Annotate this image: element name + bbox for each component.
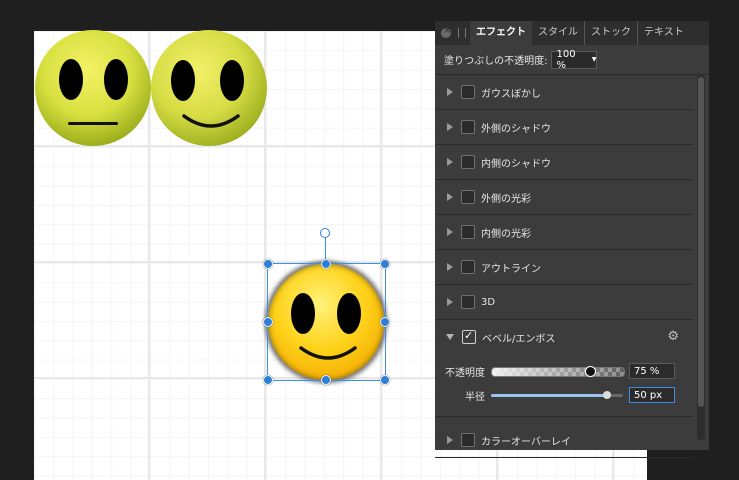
resize-handle-top[interactable]: [321, 259, 331, 269]
selection-bounding-box: [267, 263, 386, 381]
expand-arrow-icon[interactable]: [447, 88, 453, 96]
effect-label: ガウスぼかし: [481, 88, 541, 100]
left-eye: [171, 60, 195, 101]
bevel-radius-label: 半径: [465, 391, 485, 403]
resize-handle-bottom-left[interactable]: [263, 375, 273, 385]
effects-panel: エフェクト スタイル ストック テキスト 塗りつぶしの不透明度: 100 % ▼…: [435, 21, 709, 458]
effect-outer-glow[interactable]: 外側の光彩: [435, 180, 693, 215]
effect-checkbox[interactable]: [461, 85, 475, 99]
effect-gaussian-blur[interactable]: ガウスぼかし: [435, 75, 693, 110]
expand-arrow-icon[interactable]: [447, 193, 453, 201]
resize-handle-bottom[interactable]: [321, 375, 331, 385]
effect-inner-glow[interactable]: 内側の光彩: [435, 215, 693, 250]
effect-bevel-emboss[interactable]: ベベル/エンボス ⚙: [435, 320, 693, 354]
bevel-radius-input[interactable]: 50 px: [629, 387, 675, 403]
effect-color-overlay[interactable]: カラーオーバーレイ: [435, 423, 693, 458]
flat-mouth: [68, 122, 118, 125]
fill-opacity-value: 100 %: [556, 48, 576, 71]
dropdown-arrow-icon: ▼: [591, 56, 597, 63]
right-eye: [104, 59, 128, 100]
drag-grip-icon[interactable]: [458, 28, 466, 38]
effect-label: 外側の光彩: [481, 193, 531, 205]
expand-arrow-icon[interactable]: [447, 123, 453, 131]
fill-opacity-label: 塗りつぶしの不透明度:: [444, 56, 548, 67]
effects-list: ガウスぼかし 外側のシャドウ 内側のシャドウ 外側の光彩 内側の光彩 アウトライ…: [435, 75, 693, 458]
bevel-opacity-slider-knob[interactable]: [585, 366, 596, 377]
effect-checkbox[interactable]: [461, 260, 475, 274]
smile-mouth: [182, 114, 240, 128]
bevel-opacity-input[interactable]: 75 %: [629, 363, 675, 379]
effect-outline[interactable]: アウトライン: [435, 250, 693, 285]
effect-inner-shadow[interactable]: 内側のシャドウ: [435, 145, 693, 180]
bevel-opacity-slider[interactable]: [491, 367, 625, 377]
smile-face-emoji[interactable]: [151, 30, 267, 146]
right-eye: [220, 60, 244, 101]
effect-outer-shadow[interactable]: 外側のシャドウ: [435, 110, 693, 145]
effect-checkbox[interactable]: [461, 120, 475, 134]
expand-arrow-icon[interactable]: [447, 228, 453, 236]
gear-icon[interactable]: ⚙: [667, 329, 679, 344]
effect-label: 内側のシャドウ: [481, 158, 551, 170]
fill-opacity-row: 塗りつぶしの不透明度: 100 % ▼: [435, 45, 709, 75]
expand-arrow-icon[interactable]: [447, 436, 453, 444]
tab-styles[interactable]: スタイル: [532, 21, 585, 45]
bevel-radius-row: 半径 50 px: [435, 386, 693, 404]
resize-handle-bottom-right[interactable]: [380, 375, 390, 385]
resize-handle-top-left[interactable]: [263, 259, 273, 269]
tab-text[interactable]: テキスト: [638, 21, 690, 45]
expand-arrow-icon[interactable]: [447, 263, 453, 271]
neutral-face-emoji[interactable]: [35, 30, 151, 146]
resize-handle-left[interactable]: [263, 317, 273, 327]
resize-handle-top-right[interactable]: [380, 259, 390, 269]
effect-label: 外側のシャドウ: [481, 123, 551, 135]
rotation-handle[interactable]: [320, 228, 330, 238]
effect-checkbox[interactable]: [461, 433, 475, 447]
effect-checkbox[interactable]: [461, 155, 475, 169]
fill-opacity-select[interactable]: 100 % ▼: [551, 48, 598, 71]
bevel-radius-slider-fill: [491, 394, 608, 397]
effect-label: カラーオーバーレイ: [481, 436, 571, 448]
effect-label: ベベル/エンボス: [482, 333, 556, 345]
collapse-arrow-icon[interactable]: [446, 334, 454, 340]
bevel-settings: 不透明度 75 % 半径 50 px: [435, 354, 693, 417]
effect-checkbox[interactable]: [461, 225, 475, 239]
bevel-radius-value: 50 px: [634, 389, 663, 401]
effect-3d[interactable]: 3D: [435, 285, 693, 320]
effect-checkbox[interactable]: [461, 295, 475, 309]
left-eye: [59, 59, 83, 100]
effect-label: 3D: [481, 296, 496, 308]
bevel-radius-slider-knob[interactable]: [603, 391, 612, 399]
tab-stock[interactable]: ストック: [585, 21, 638, 45]
panel-scrollbar[interactable]: [697, 75, 705, 440]
close-icon[interactable]: [441, 25, 451, 38]
resize-handle-right[interactable]: [380, 317, 390, 327]
effect-label: アウトライン: [481, 263, 541, 275]
expand-arrow-icon[interactable]: [447, 298, 453, 306]
effect-checkbox[interactable]: [461, 190, 475, 204]
scrollbar-thumb[interactable]: [698, 77, 704, 407]
tab-effects[interactable]: エフェクト: [470, 21, 532, 45]
bevel-opacity-row: 不透明度 75 %: [435, 362, 693, 380]
expand-arrow-icon[interactable]: [447, 158, 453, 166]
effect-checkbox-checked[interactable]: [462, 329, 476, 344]
effect-label: 内側の光彩: [481, 228, 531, 240]
bevel-opacity-label: 不透明度: [445, 367, 485, 379]
bevel-opacity-value: 75 %: [634, 365, 660, 377]
panel-tab-bar: エフェクト スタイル ストック テキスト: [435, 21, 709, 45]
